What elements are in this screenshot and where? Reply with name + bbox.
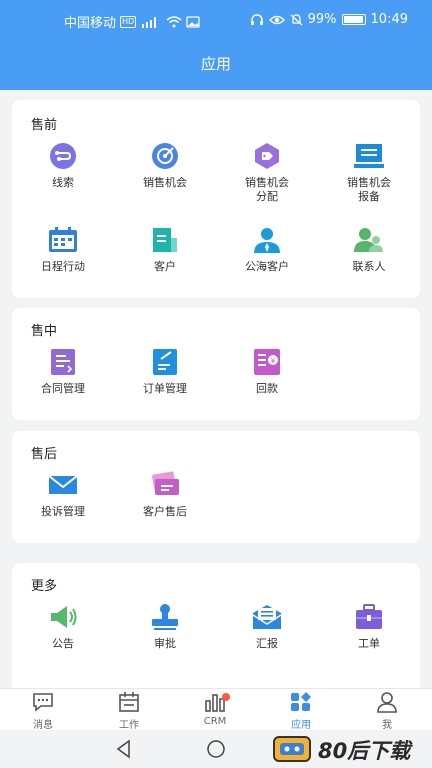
- user-icon: [377, 692, 397, 713]
- tab-apps[interactable]: 应用: [258, 691, 344, 731]
- clue-icon: [50, 143, 76, 169]
- calendar-icon: [49, 227, 77, 252]
- report-icon: [252, 605, 282, 629]
- watermark: 80后下载: [270, 734, 432, 764]
- app-opportunity-report[interactable]: 销售机会 报备: [318, 142, 420, 204]
- contacts-icon: [354, 228, 383, 252]
- app-label: 汇报: [256, 637, 278, 650]
- status-bar: 中国移动 HD 99% 10:49: [0, 10, 432, 32]
- image-icon: [186, 15, 200, 28]
- app-label: 审批: [154, 637, 176, 650]
- headphones-icon: [250, 13, 263, 25]
- app-after-sales[interactable]: 客户售后: [114, 471, 216, 519]
- app-label: 投诉管理: [41, 505, 85, 518]
- app-payment[interactable]: ¥ 回款: [216, 348, 318, 396]
- app-label: 线索: [52, 176, 74, 189]
- app-label: 订单管理: [143, 382, 187, 395]
- app-label: 销售机会: [143, 176, 187, 189]
- app-complaint[interactable]: 投诉管理: [12, 471, 114, 519]
- app-opportunity-assign[interactable]: 销售机会 分配: [216, 142, 318, 204]
- hd-icon: HD: [120, 15, 137, 28]
- monitor-icon: [354, 144, 384, 168]
- app-label: 公海客户: [245, 260, 289, 273]
- tab-me[interactable]: 我: [344, 691, 430, 731]
- section-more: 更多 公告 审批 汇报 工单: [12, 563, 420, 688]
- battery-percent: 99%: [307, 12, 337, 27]
- app-label: 合同管理: [41, 382, 85, 395]
- signal-icon: [142, 16, 157, 28]
- app-label: 联系人: [352, 260, 386, 273]
- section-aftersale: 售后 投诉管理 客户售后: [12, 431, 420, 543]
- app-label: 公告: [52, 637, 74, 650]
- card-icon: [152, 471, 179, 495]
- back-nav-icon[interactable]: [114, 739, 134, 759]
- watermark-text: 80后下载: [318, 739, 411, 763]
- mute-bell-icon: [290, 13, 303, 25]
- apps-icon: [291, 692, 311, 711]
- message-icon: [33, 693, 53, 712]
- payment-icon: ¥: [254, 349, 280, 375]
- tab-messages[interactable]: 消息: [0, 691, 86, 731]
- page-title: 应用: [200, 55, 231, 73]
- customer-icon: [153, 228, 177, 252]
- robot-logo-icon: [273, 736, 311, 762]
- tab-crm[interactable]: CRM: [172, 691, 258, 727]
- eye-icon: [268, 15, 285, 24]
- app-label: 工单: [358, 637, 380, 650]
- app-contract[interactable]: 合同管理: [12, 348, 114, 396]
- tab-label: CRM: [203, 716, 227, 727]
- bottom-tab-bar: 消息 工作 CRM 应用 我: [0, 688, 432, 731]
- app-approval[interactable]: 审批: [114, 603, 216, 651]
- svg-text:¥: ¥: [271, 357, 276, 365]
- app-contacts[interactable]: 联系人: [318, 226, 420, 274]
- app-schedule[interactable]: 日程行动: [12, 226, 114, 274]
- app-public-customer[interactable]: 公海客户: [216, 226, 318, 274]
- section-title-aftersale: 售后: [31, 447, 58, 462]
- section-title-insale: 售中: [31, 324, 58, 339]
- toolbox-icon: [356, 604, 382, 629]
- app-label: 销售机会 报备: [347, 176, 391, 203]
- section-title-presale: 售前: [31, 118, 58, 133]
- app-sales-opportunity[interactable]: 销售机会: [114, 142, 216, 190]
- app-label: 客户售后: [143, 505, 187, 518]
- carrier-name: 中国移动: [64, 16, 117, 31]
- section-presale: 售前 线索 销售机会 销售机会分配 销售机会报备 日程行动 客户 公海客户: [12, 100, 420, 298]
- app-label: 客户: [154, 260, 176, 273]
- contract-icon: [51, 349, 75, 375]
- target-icon: [152, 143, 178, 169]
- work-icon: [119, 692, 139, 712]
- battery-icon: [341, 14, 366, 25]
- app-header: 中国移动 HD 99% 10:49 应用: [0, 0, 432, 90]
- tab-label: 消息: [33, 720, 53, 731]
- megaphone-icon: [51, 606, 77, 628]
- app-label: 日程行动: [41, 260, 85, 273]
- wifi-icon: [166, 15, 182, 27]
- app-label: 回款: [256, 382, 278, 395]
- tab-work[interactable]: 工作: [86, 691, 172, 731]
- tab-label: 工作: [119, 720, 139, 731]
- app-announcement[interactable]: 公告: [12, 603, 114, 651]
- mail-icon: [48, 475, 78, 494]
- person-icon: [254, 228, 280, 253]
- tab-label: 应用: [291, 720, 311, 731]
- notification-badge: [222, 693, 230, 701]
- tab-label: 我: [382, 720, 392, 731]
- clock-time: 10:49: [370, 12, 408, 27]
- section-insale: 售中 合同管理 订单管理 ¥ 回款: [12, 308, 420, 420]
- section-title-more: 更多: [31, 579, 58, 594]
- app-customer[interactable]: 客户: [114, 226, 216, 274]
- app-order[interactable]: 订单管理: [114, 348, 216, 396]
- app-grid-content: 售前 线索 销售机会 销售机会分配 销售机会报备 日程行动 客户 公海客户: [0, 90, 432, 688]
- app-label: 销售机会 分配: [245, 176, 289, 203]
- app-clue[interactable]: 线索: [12, 142, 114, 190]
- order-icon: [153, 349, 177, 375]
- tag-icon: [255, 143, 279, 169]
- home-nav-icon[interactable]: [205, 739, 227, 759]
- app-work-order[interactable]: 工单: [318, 603, 420, 651]
- app-report[interactable]: 汇报: [216, 603, 318, 651]
- stamp-icon: [152, 604, 178, 630]
